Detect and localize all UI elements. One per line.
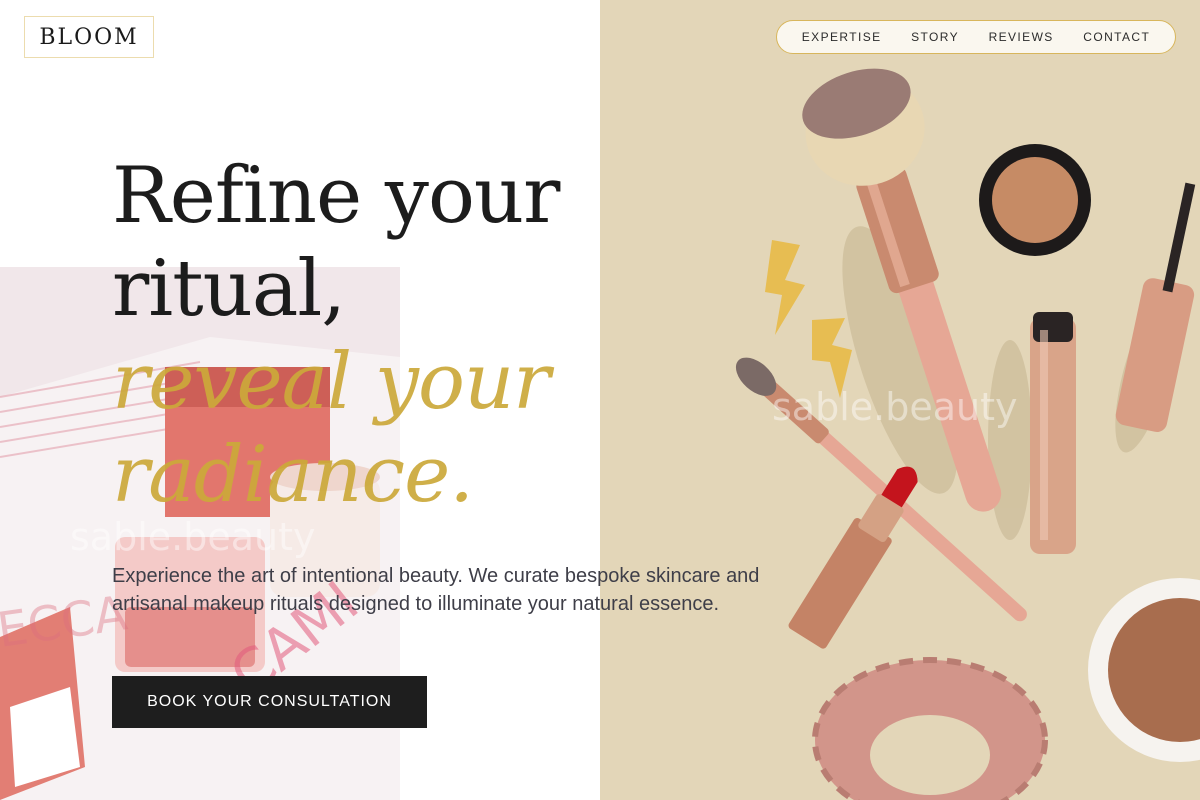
headline-accent-line-2: radiance.	[112, 430, 474, 520]
lipstick-icon	[788, 466, 918, 649]
powder-compact-icon	[1088, 578, 1200, 762]
lightning-earring-icon	[765, 240, 852, 398]
cream-compact-icon	[979, 144, 1091, 256]
makeup-flatlay-illustration	[735, 68, 1200, 800]
scrunchie-icon	[812, 657, 1048, 800]
mascara-icon	[1030, 312, 1076, 554]
hero-headline: Refine your ritual, reveal your radiance…	[112, 150, 632, 522]
headline-line-1: Refine your	[112, 151, 560, 241]
brand-logo[interactable]: BLOOM	[24, 16, 154, 58]
book-consultation-button[interactable]: BOOK YOUR CONSULTATION	[112, 676, 427, 728]
nav-item-story[interactable]: STORY	[911, 30, 959, 44]
nav-item-contact[interactable]: CONTACT	[1083, 30, 1150, 44]
headline-accent-line-1: reveal your	[112, 337, 550, 427]
tube-icon	[1115, 182, 1196, 433]
headline-line-2: ritual,	[112, 244, 346, 334]
main-nav: EXPERTISE STORY REVIEWS CONTACT	[776, 20, 1176, 54]
nav-item-expertise[interactable]: EXPERTISE	[802, 30, 882, 44]
hero-image-makeup-flatlay	[600, 0, 1200, 800]
hero-description: Experience the art of intentional beauty…	[112, 565, 760, 615]
nav-item-reviews[interactable]: REVIEWS	[989, 30, 1054, 44]
